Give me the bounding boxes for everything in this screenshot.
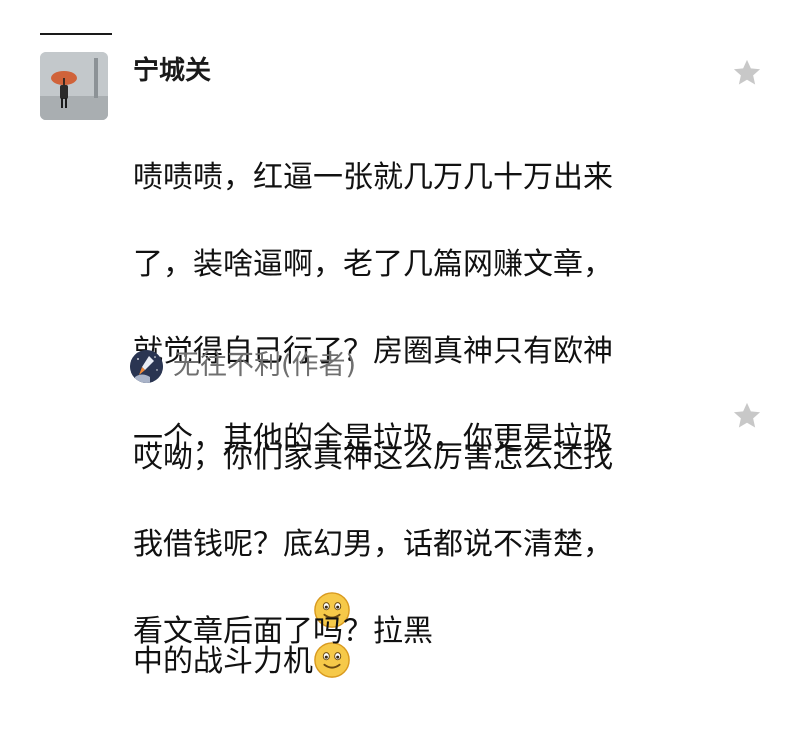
reply-line: 哎呦，你们家真神这么厉害怎么还找 bbox=[133, 439, 613, 475]
favorite-star-icon[interactable] bbox=[731, 400, 763, 432]
reply-line: 看文章后面了吗？拉黑 bbox=[133, 613, 433, 649]
comment-line: 了，装啥逼啊，老了几篇网赚文章， bbox=[133, 246, 613, 282]
comment-line: 啧啧啧，红逼一张就几万几十万出来 bbox=[133, 159, 613, 195]
author-name[interactable]: 无往不利(作者) bbox=[173, 348, 356, 383]
rocket-night-photo bbox=[130, 350, 163, 383]
commenter-avatar[interactable] bbox=[40, 52, 108, 120]
author-avatar[interactable] bbox=[130, 350, 163, 383]
umbrella-person-photo bbox=[40, 52, 108, 120]
commenter-name[interactable]: 宁城关 bbox=[133, 58, 211, 84]
reply-line: 我借钱呢？底幻男，话都说不清楚， bbox=[133, 526, 613, 562]
favorite-star-icon[interactable] bbox=[731, 57, 763, 89]
top-divider bbox=[40, 33, 112, 35]
reply-text: 哎呦，你们家真神这么厉害怎么还找 我借钱呢？底幻男，话都说不清楚， 看文章后面了… bbox=[133, 392, 693, 697]
